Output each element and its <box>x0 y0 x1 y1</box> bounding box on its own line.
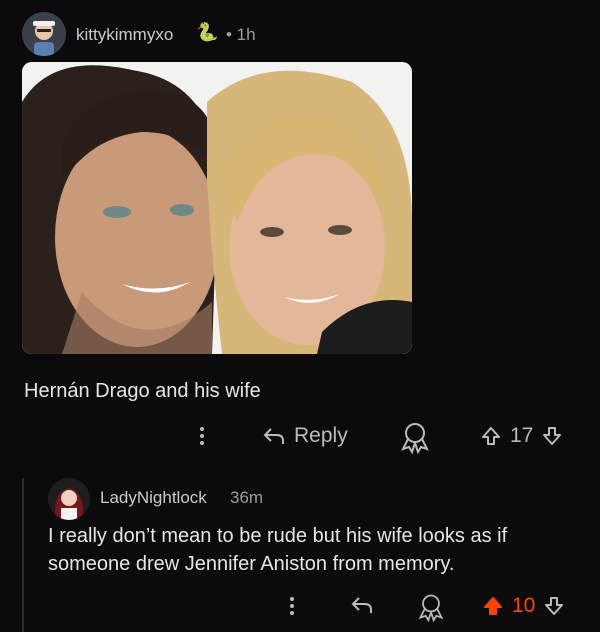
comment-image[interactable] <box>22 62 412 354</box>
award-button[interactable] <box>398 420 432 454</box>
vote-controls: 10 <box>482 594 565 618</box>
more-options-button[interactable] <box>194 424 210 448</box>
reply-button[interactable] <box>350 594 374 616</box>
award-icon <box>418 594 444 622</box>
award-icon <box>401 423 429 454</box>
more-options-button[interactable] <box>284 594 300 618</box>
thread-line[interactable] <box>22 478 24 632</box>
timestamp: • 1h <box>226 25 256 44</box>
vote-count: 10 <box>512 594 536 617</box>
username[interactable]: LadyNightlock <box>100 488 207 508</box>
more-vertical-icon <box>290 597 294 615</box>
downvote-icon[interactable] <box>541 425 563 447</box>
timestamp: 36m <box>230 488 264 507</box>
downvote-icon[interactable] <box>543 595 565 617</box>
reply-label: Reply <box>294 424 348 447</box>
vote-count: 17 <box>510 424 534 447</box>
reply-arrow-icon <box>351 597 372 613</box>
upvote-icon[interactable] <box>482 595 504 617</box>
couple-photo <box>22 62 412 354</box>
snake-emoji-icon: 🐍 <box>196 22 219 42</box>
comment-body: I really don’t mean to be rude but his w… <box>48 525 508 575</box>
comment-body: Hernán Drago and his wife <box>24 380 261 402</box>
upvote-icon[interactable] <box>480 425 502 447</box>
more-vertical-icon <box>200 427 204 445</box>
vote-controls: 17 <box>480 424 563 448</box>
avatar-image <box>48 478 90 520</box>
username[interactable]: kittykimmyxo <box>76 25 173 45</box>
avatar-image <box>22 12 66 56</box>
user-avatar[interactable] <box>48 478 90 520</box>
reply-button[interactable]: Reply <box>262 424 348 448</box>
reply-arrow-icon <box>263 428 284 444</box>
user-avatar[interactable] <box>22 12 66 56</box>
award-button[interactable] <box>416 592 446 622</box>
